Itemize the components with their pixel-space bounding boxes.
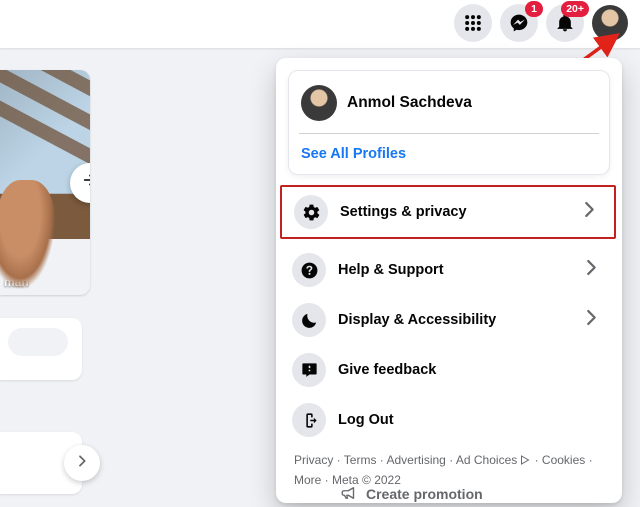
account-menu-panel: Anmol Sachdeva See All Profiles Settings… xyxy=(276,58,622,503)
story-card[interactable]: man xyxy=(0,70,90,295)
divider xyxy=(299,133,599,134)
logout-icon xyxy=(292,403,326,437)
create-promotion-button[interactable]: Create promotion xyxy=(340,481,483,507)
account-avatar-button[interactable] xyxy=(592,5,628,41)
menu-log-out[interactable]: Log Out xyxy=(288,395,610,445)
megaphone-icon xyxy=(340,484,358,505)
profile-row[interactable]: Anmol Sachdeva xyxy=(299,77,599,129)
ad-choices-icon xyxy=(519,453,531,471)
question-icon xyxy=(292,253,326,287)
menu-label: Log Out xyxy=(338,412,394,428)
menu-grid-button[interactable] xyxy=(454,4,492,42)
profile-name: Anmol Sachdeva xyxy=(347,94,472,112)
footer-advertising[interactable]: Advertising xyxy=(386,453,445,467)
grid-icon xyxy=(463,13,483,33)
chevron-right-icon xyxy=(580,257,602,284)
feedback-icon xyxy=(292,353,326,387)
highlight-box: Settings & privacy xyxy=(280,185,616,239)
footer-cookies[interactable]: Cookies xyxy=(542,453,585,467)
see-all-profiles-link[interactable]: See All Profiles xyxy=(299,142,599,164)
top-bar: 1 20+ xyxy=(0,0,640,48)
side-card-1 xyxy=(0,318,82,380)
menu-give-feedback[interactable]: Give feedback xyxy=(288,345,610,395)
gear-icon xyxy=(294,195,328,229)
footer-more[interactable]: More xyxy=(294,473,321,487)
menu-label: Give feedback xyxy=(338,362,436,378)
messenger-icon xyxy=(509,13,529,33)
story-next-button[interactable] xyxy=(70,163,90,203)
menu-display-accessibility[interactable]: Display & Accessibility xyxy=(288,295,610,345)
profile-card: Anmol Sachdeva See All Profiles xyxy=(288,70,610,175)
create-promotion-label: Create promotion xyxy=(366,486,483,502)
top-right-tray: 1 20+ xyxy=(454,4,628,42)
chevron-right-icon xyxy=(580,307,602,334)
chevron-right-icon xyxy=(74,453,90,474)
profile-avatar xyxy=(301,85,337,121)
chip-placeholder[interactable] xyxy=(8,328,68,356)
footer-terms[interactable]: Terms xyxy=(344,453,377,467)
footer-ad-choices[interactable]: Ad Choices xyxy=(456,453,517,467)
notifications-button[interactable]: 20+ xyxy=(546,4,584,42)
arrow-right-icon xyxy=(81,171,90,194)
menu-label: Settings & privacy xyxy=(340,204,467,220)
messenger-badge: 1 xyxy=(525,1,543,17)
footer-privacy[interactable]: Privacy xyxy=(294,453,333,467)
menu-help-support[interactable]: Help & Support xyxy=(288,245,610,295)
menu-label: Help & Support xyxy=(338,262,444,278)
messenger-button[interactable]: 1 xyxy=(500,4,538,42)
notifications-badge: 20+ xyxy=(561,1,589,17)
menu-settings-privacy[interactable]: Settings & privacy xyxy=(290,187,608,237)
menu-label: Display & Accessibility xyxy=(338,312,496,328)
side-card-next-button[interactable] xyxy=(64,445,100,481)
moon-icon xyxy=(292,303,326,337)
chevron-right-icon xyxy=(578,199,600,226)
story-caption: man xyxy=(4,275,29,289)
side-card-2 xyxy=(0,432,82,494)
